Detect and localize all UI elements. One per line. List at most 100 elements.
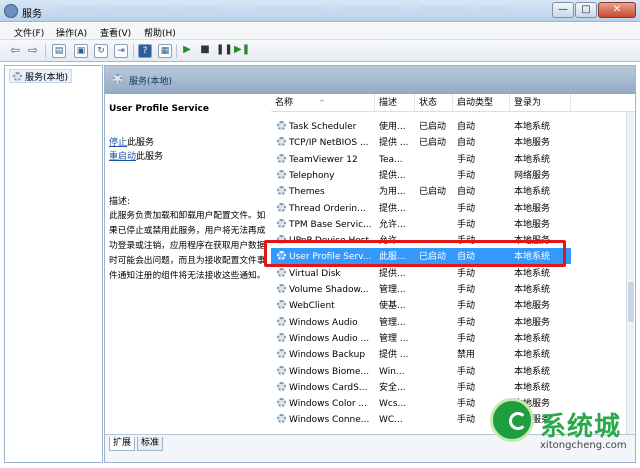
cell-logon-as: 本地系统 [514, 350, 551, 361]
gear-icon [277, 365, 286, 375]
play-icon[interactable]: ▶ [180, 44, 194, 58]
menu-view[interactable]: 查看(V) [100, 26, 131, 39]
table-row[interactable]: Volume Shadow... 管理... 手动 本地系统 [271, 281, 571, 297]
pane-header: 服务(本地) [105, 66, 635, 94]
gear-icon [277, 414, 286, 424]
table-row[interactable]: Windows Biome... Win... 手动 本地系统 [271, 363, 571, 379]
gear-icon [277, 398, 286, 408]
table-row[interactable]: WebClient 使基... 手动 本地服务 [271, 297, 571, 313]
cell-status [419, 283, 453, 297]
cell-description: Win... [379, 366, 405, 377]
back-icon[interactable]: ⇦ [8, 44, 22, 58]
restart-icon[interactable]: ▶❚ [234, 44, 250, 58]
close-button[interactable]: ✕ [598, 2, 636, 18]
watermark-brand: 系统城 [540, 412, 622, 442]
cell-name: Task Scheduler [289, 122, 357, 132]
cell-description: 使基... [379, 301, 406, 312]
red-highlight-box [264, 240, 566, 267]
blurred-tab [255, 6, 325, 14]
menu-action[interactable]: 操作(A) [56, 26, 87, 39]
forward-icon[interactable]: ⇨ [26, 44, 40, 58]
cell-status [419, 153, 453, 167]
table-row[interactable]: Telephony 提供... 手动 网络服务 [271, 167, 571, 183]
cell-logon-as: 本地服务 [514, 219, 551, 230]
column-header-description[interactable]: 描述 [375, 94, 415, 112]
gear-icon [277, 381, 286, 391]
cell-status [419, 316, 453, 330]
table-row[interactable]: Windows Backup 提供 ... 禁用 本地系统 [271, 346, 571, 362]
gear-icon [277, 284, 286, 293]
menu-help[interactable]: 帮助(H) [144, 26, 176, 39]
cell-logon-as: 本地系统 [514, 268, 551, 279]
cell-logon-as: 本地系统 [514, 366, 551, 377]
export-icon[interactable]: ⇥ [114, 44, 128, 58]
cell-status [419, 381, 453, 395]
tab-extended[interactable]: 扩展 [109, 437, 136, 451]
show-tree-icon[interactable]: ▤ [52, 44, 66, 58]
stop-service-link[interactable]: 停止 [109, 138, 127, 148]
console-icon[interactable]: ▦ [158, 44, 172, 58]
menu-file[interactable]: 文件(F) [14, 26, 44, 39]
cell-startup-type: 手动 [457, 317, 476, 328]
selected-service-name: User Profile Service [109, 104, 209, 114]
table-row[interactable]: TPM Base Servic... 允许... 手动 本地服务 [271, 216, 571, 232]
scrollbar-thumb[interactable] [628, 282, 634, 322]
table-row[interactable]: Windows Audio 管理... 手动 本地服务 [271, 314, 571, 330]
cell-startup-type: 自动 [457, 138, 476, 149]
cell-name: WebClient [289, 301, 335, 312]
cell-name: Windows CardS... [289, 382, 368, 393]
cell-status: 已启动 [419, 187, 447, 198]
column-header-status[interactable]: 状态 [415, 94, 453, 112]
cell-status [419, 202, 453, 216]
title-bar: 服务 — □ ✕ [0, 0, 640, 22]
gear-icon [277, 121, 286, 130]
stop-icon[interactable]: ■ [198, 44, 212, 58]
pause-icon[interactable]: ❚❚ [216, 44, 233, 58]
table-row[interactable]: Task Scheduler 使用... 已启动 自动 本地系统 [271, 118, 571, 134]
table-row[interactable]: Virtual Disk 提供... 手动 本地系统 [271, 265, 571, 281]
gear-icon [277, 316, 286, 326]
blurred-tab [420, 6, 470, 14]
cell-logon-as: 本地系统 [514, 154, 551, 165]
table-row[interactable]: Thread Orderin... 提供... 手动 本地服务 [271, 200, 571, 216]
maximize-button[interactable]: □ [575, 2, 597, 18]
cell-logon-as: 网络服务 [514, 170, 551, 181]
watermark-url: xitongcheng.com [540, 440, 627, 451]
cell-name: TPM Base Servic... [289, 219, 372, 230]
vertical-scrollbar[interactable] [626, 112, 634, 434]
gear-icon [277, 300, 286, 310]
window-title: 服务 [22, 9, 42, 20]
cell-logon-as: 本地系统 [514, 122, 551, 132]
restart-service-link[interactable]: 重启动 [109, 152, 136, 162]
toolbar-separator [133, 44, 134, 58]
help-icon[interactable]: ? [138, 44, 152, 58]
cell-description: 允许... [379, 219, 406, 230]
watermark-logo-icon [490, 398, 534, 442]
cell-status [419, 169, 453, 183]
toolbar: ⇦ ⇨ ▤ ▣ ↻ ⇥ ? ▦ ▶ ■ ❚❚ ▶❚ [0, 40, 640, 62]
console-tree: 服务(本地) [4, 65, 103, 463]
column-header-name[interactable]: 名称 ^ [271, 94, 375, 112]
table-row[interactable]: TCP/IP NetBIOS ... 提供 ... 已启动 自动 本地服务 [271, 134, 571, 150]
cell-logon-as: 本地服务 [514, 138, 551, 149]
column-header-logon-as[interactable]: 登录为 [510, 94, 571, 112]
properties-icon[interactable]: ▣ [74, 44, 88, 58]
watermark: 系统城 xitongcheng.com [478, 392, 640, 468]
cell-startup-type: 手动 [457, 333, 476, 344]
tab-standard[interactable]: 标准 [137, 437, 164, 451]
cell-description: 管理 ... [379, 333, 409, 344]
toolbar-separator [176, 44, 177, 58]
column-label: 名称 [275, 98, 294, 108]
table-row[interactable]: Windows Audio ... 管理 ... 手动 本地系统 [271, 330, 571, 346]
table-row[interactable]: TeamViewer 12 Tea... 手动 本地系统 [271, 151, 571, 167]
description-panel: User Profile Service 停止此服务 重启动此服务 描述: 此服… [105, 94, 273, 434]
minimize-button[interactable]: — [552, 2, 574, 18]
tree-item-services-local[interactable]: 服务(本地) [9, 69, 73, 83]
cell-description: 为用... [379, 187, 406, 198]
table-row[interactable]: Themes 为用... 已启动 自动 本地系统 [271, 183, 571, 199]
cell-logon-as: 本地系统 [514, 285, 551, 295]
cell-status [419, 299, 453, 313]
blurred-tab [180, 6, 220, 14]
column-header-startup-type[interactable]: 启动类型 [453, 94, 510, 112]
refresh-icon[interactable]: ↻ [94, 44, 108, 58]
